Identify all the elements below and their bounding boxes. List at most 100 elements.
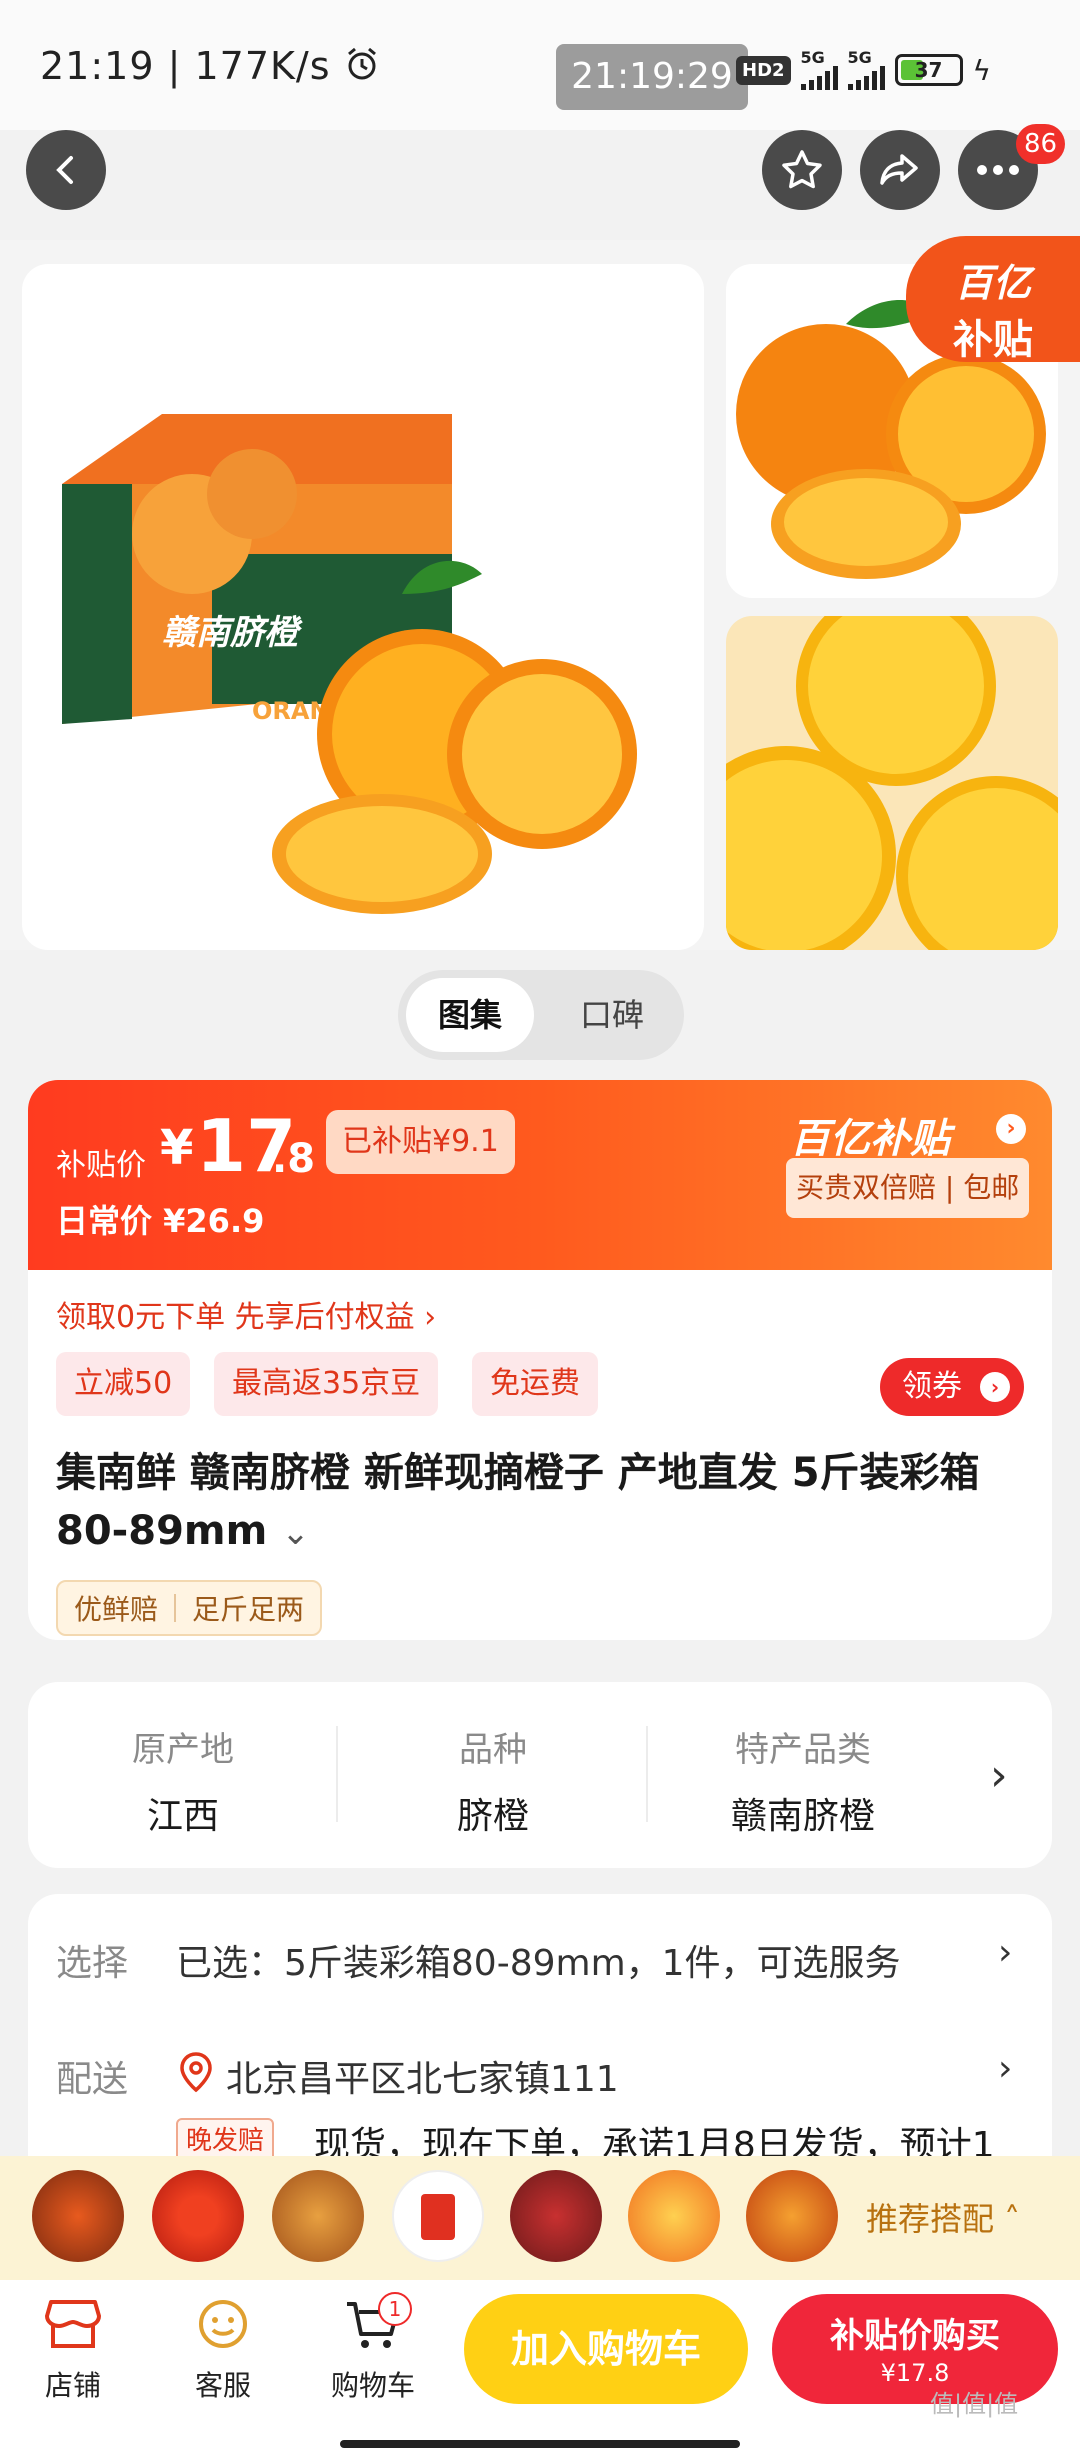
cart-button[interactable]: 1 购物车 [318, 2292, 428, 2404]
attr-origin-value: 江西 [146, 1796, 219, 1837]
subsidy-corner-line1: 百亿 [954, 261, 1031, 305]
orange-box-image: 赣南脐橙 ORANGE [62, 414, 637, 914]
battery-icon: 37 [894, 54, 963, 86]
more-dots-icon [977, 165, 1019, 175]
rec-item[interactable] [392, 2170, 484, 2262]
favorite-button[interactable] [762, 130, 842, 210]
attr-origin: 原产地 江西 [28, 1722, 338, 1839]
status-bar: 21:19 | 177K/s 21:19:29 HD2 5G 5G 37 ϟ [0, 0, 1080, 130]
shop-button[interactable]: 店铺 [18, 2296, 128, 2404]
billion-subsidy-link[interactable]: 百亿补贴 [790, 1106, 950, 1164]
home-indicator[interactable] [340, 2440, 740, 2448]
thumbnail-orange-slices[interactable] [726, 616, 1058, 950]
subsidy-corner-line2: 补贴 [953, 317, 1033, 363]
share-button[interactable] [860, 130, 940, 210]
chevron-right-icon[interactable]: › [990, 1750, 1008, 1801]
customer-service-button[interactable]: 客服 [168, 2296, 278, 2404]
price-decimal: .8 [272, 1136, 316, 1182]
attr-variety-value: 脐橙 [456, 1796, 529, 1837]
attr-category: 特产品类 赣南脐橙 [648, 1722, 958, 1839]
subsidized-amount-tag: 已补贴¥9.1 [326, 1110, 515, 1174]
net-speed: 177K/s [194, 44, 331, 88]
status-icons: HD2 5G 5G 37 ϟ [736, 50, 991, 90]
subsidy-price-label: 补贴价 [56, 1148, 146, 1183]
rec-item[interactable] [746, 2170, 838, 2262]
back-button[interactable] [26, 130, 106, 210]
back-arrow-icon [56, 156, 73, 184]
rec-item[interactable] [272, 2170, 364, 2262]
chevron-right-icon: › [980, 1372, 1010, 1402]
selected-spec[interactable]: 已选：5斤装彩箱80-89mm，1件，可选服务 [176, 1934, 901, 1986]
attr-origin-key: 原产地 [132, 1730, 234, 1770]
cart-label: 购物车 [330, 2369, 415, 2402]
expand-title-icon[interactable]: ⌄ [281, 1513, 310, 1553]
get-coupon-button[interactable]: 领券 › [880, 1358, 1024, 1416]
feature-tags[interactable]: 优鲜赔 足斤足两 [56, 1580, 323, 1636]
product-attributes[interactable]: 原产地 江西 品种 脐橙 特产品类 赣南脐橙 › [28, 1682, 1052, 1868]
price-banner: 补贴价 ¥ 17 .8 已补贴¥9.1 日常价 ¥26.9 百亿补贴 › 买贵双… [28, 1080, 1052, 1270]
signal-icon: 5G [800, 48, 838, 90]
box-label: 赣南脐橙 [162, 613, 303, 653]
alarm-icon [344, 46, 380, 91]
jd-bean-chip[interactable]: 最高返35京豆 [214, 1352, 439, 1416]
pay-later-promo[interactable]: 领取0元下单 先享后付权益 › [56, 1292, 436, 1336]
cart-count-badge: 1 [378, 2292, 412, 2326]
delivery-key: 配送 [56, 2059, 129, 2100]
attr-category-value: 赣南脐橙 [730, 1796, 875, 1837]
bottom-action-bar: 店铺 客服 1 购物车 加入购物车 补贴价购买 ¥17.8 值|值|值 [0, 2280, 1080, 2460]
message-count-badge: 86 [1016, 124, 1066, 164]
rec-item[interactable] [510, 2170, 602, 2262]
recommend-combo-label[interactable]: 推荐搭配 ˄ [866, 2194, 1020, 2240]
media-tabs: 图集 口碑 [398, 970, 684, 1060]
attr-variety-key: 品种 [459, 1730, 527, 1770]
orange-slices-image [726, 616, 1058, 950]
options-card: 选择 已选：5斤装彩箱80-89mm，1件，可选服务 › 配送 北京昌平区北七家… [28, 1894, 1052, 2184]
charging-icon: ϟ [972, 53, 992, 87]
subsidy-corner-badge: 百亿 补贴 [906, 236, 1080, 363]
attr-variety: 品种 脐橙 [338, 1722, 648, 1839]
delivery-address[interactable]: 北京昌平区北七家镇111 [226, 2050, 619, 2102]
chevron-right-icon[interactable]: › [996, 1114, 1026, 1144]
screen-clock-badge: 21:19:29 [556, 44, 748, 110]
product-title: 集南鲜 赣南脐橙 新鲜现摘橙子 产地直发 5斤装彩箱80-89mm ⌄ [56, 1444, 1036, 1562]
hd-badge: HD2 [736, 55, 791, 85]
product-title-text: 集南鲜 赣南脐橙 新鲜现摘橙子 产地直发 5斤装彩箱80-89mm [56, 1450, 980, 1554]
signal-icon-2: 5G [847, 48, 885, 90]
price-card: 补贴价 ¥ 17 .8 已补贴¥9.1 日常价 ¥26.9 百亿补贴 › 买贵双… [28, 1080, 1052, 1640]
shop-label: 店铺 [44, 2369, 101, 2402]
discount-chip[interactable]: 立减50 [56, 1352, 191, 1416]
full-weight-tag: 足斤足两 [192, 1593, 305, 1626]
tab-reviews[interactable]: 口碑 [548, 978, 676, 1052]
main-product-photo[interactable]: 赣南脐橙 ORANGE [22, 264, 704, 950]
clock-time: 21:19 [40, 44, 155, 88]
status-time: 21:19 | 177K/s [40, 44, 380, 91]
chevron-right-icon[interactable]: › [998, 1932, 1012, 1973]
tab-gallery[interactable]: 图集 [406, 978, 534, 1052]
buy-button-label: 补贴价购买 [830, 2316, 1000, 2356]
guarantee-tag: 买贵双倍赔 | 包邮 [786, 1158, 1030, 1218]
service-label: 客服 [194, 2369, 251, 2402]
select-key: 选择 [56, 1943, 129, 1984]
star-icon [782, 150, 822, 189]
location-pin-icon [176, 2050, 216, 2098]
fresh-guarantee-tag: 优鲜赔 [74, 1593, 159, 1626]
get-coupon-label: 领券 [902, 1369, 962, 1404]
daily-price: 日常价 ¥26.9 [56, 1202, 265, 1240]
battery-level: 37 [914, 58, 943, 82]
chevron-right-icon[interactable]: › [998, 2048, 1012, 2089]
watermark: 值|值|值 [930, 2390, 1019, 2418]
buy-button-price: ¥17.8 [880, 2359, 950, 2387]
signal-label: 5G [800, 48, 825, 67]
recommend-bar[interactable]: 推荐搭配 ˄ [0, 2156, 1080, 2280]
price-currency: ¥ [160, 1120, 194, 1176]
customer-service-icon [199, 2300, 247, 2348]
signal-label-2: 5G [847, 48, 872, 67]
add-to-cart-button[interactable]: 加入购物车 [464, 2294, 748, 2404]
free-shipping-chip[interactable]: 免运费 [472, 1352, 598, 1416]
attr-category-key: 特产品类 [735, 1730, 871, 1770]
share-icon [880, 154, 918, 185]
shop-icon [45, 2300, 101, 2348]
rec-item[interactable] [152, 2170, 244, 2262]
rec-item[interactable] [628, 2170, 720, 2262]
rec-item[interactable] [32, 2170, 124, 2262]
